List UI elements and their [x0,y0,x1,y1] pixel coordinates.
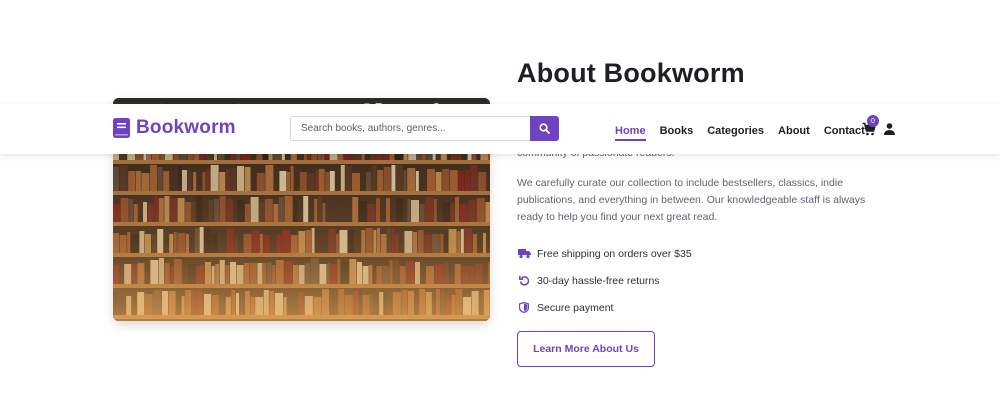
main-nav: Home Books Categories About Contact [615,121,879,141]
search-button[interactable] [530,116,559,141]
about-section: About Bookworm community of passionate r… [0,0,1000,419]
feature-shipping: Free shipping on orders over $35 [517,240,692,267]
search-icon [539,123,550,134]
feature-text: 30-day hassle-free returns [537,274,660,287]
nav-home[interactable]: Home [615,125,646,141]
brand-name: Bookworm [136,117,236,138]
search-bar [290,116,559,141]
feature-text: Free shipping on orders over $35 [537,247,692,260]
feature-list: Free shipping on orders over $35 30-day … [517,240,692,321]
user-icon[interactable] [884,123,895,135]
nav-categories[interactable]: Categories [707,125,764,139]
truck-icon [517,247,531,261]
navbar: Bookworm Home Books Categories About Con… [0,104,1000,154]
search-input[interactable] [290,116,530,141]
feature-text: Secure payment [537,301,614,314]
nav-books[interactable]: Books [660,125,694,139]
about-title: About Bookworm [517,58,745,88]
cart-count-badge: 0 [867,115,879,127]
book-icon [113,118,130,138]
nav-about[interactable]: About [778,125,810,139]
brand-logo[interactable]: Bookworm [113,117,236,139]
nav-contact[interactable]: Contact [824,125,865,139]
about-paragraph-2: We carefully curate our collection to in… [517,177,866,223]
return-icon [517,274,531,288]
feature-returns: 30-day hassle-free returns [517,267,692,294]
feature-secure: Secure payment [517,294,692,321]
learn-more-button[interactable]: Learn More About Us [517,331,655,367]
shield-icon [517,301,531,315]
